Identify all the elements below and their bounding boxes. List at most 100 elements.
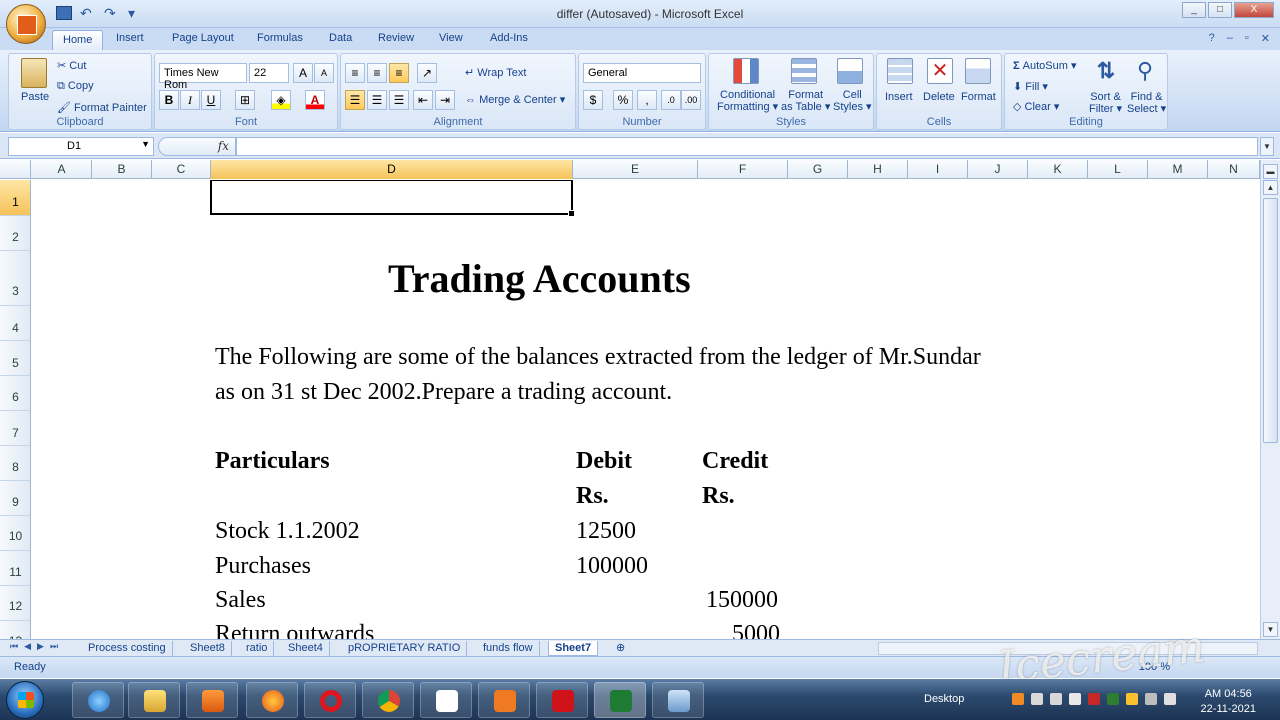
increase-decimal-button[interactable]: .0 — [661, 90, 681, 110]
orientation-button[interactable]: ↗ — [417, 63, 437, 83]
clear-button[interactable]: ◇ Clear ▾ — [1013, 100, 1059, 113]
increase-indent-button[interactable]: ⇥ — [435, 90, 455, 110]
column-header-a[interactable]: A — [32, 160, 92, 179]
column-header-c[interactable]: C — [152, 160, 211, 179]
taskbar-ie[interactable] — [72, 682, 124, 718]
vertical-scrollbar[interactable]: ▬ ▲ ▼ — [1260, 160, 1280, 640]
sheet-tab-ratio[interactable]: ratio — [240, 641, 275, 656]
shrink-font-button[interactable]: A — [314, 63, 334, 83]
fill-color-button[interactable]: ◈ — [271, 90, 291, 110]
align-top-button[interactable]: ≡ — [345, 63, 365, 83]
desktop-toolbar[interactable]: Desktop — [924, 693, 964, 705]
column-header-g[interactable]: G — [788, 160, 848, 179]
taskbar-media[interactable] — [186, 682, 238, 718]
taskbar-opera[interactable] — [304, 682, 356, 718]
name-box[interactable]: D1 ▼ — [8, 137, 154, 156]
tab-view[interactable]: View — [439, 32, 463, 44]
column-header-b[interactable]: B — [92, 160, 152, 179]
tray-device-icon[interactable] — [1069, 693, 1081, 705]
taskbar-excel[interactable] — [594, 682, 646, 718]
taskbar-firefox[interactable] — [246, 682, 298, 718]
font-size-select[interactable]: 22 — [249, 63, 289, 83]
row-header-9[interactable]: 9 — [0, 481, 30, 516]
taskbar-pdf[interactable] — [536, 682, 588, 718]
number-format-select[interactable]: General — [583, 63, 701, 83]
format-cells-button[interactable]: Format — [961, 91, 996, 103]
comma-button[interactable]: , — [637, 90, 657, 110]
ribbon-minimize-icon[interactable]: – — [1227, 32, 1233, 45]
office-button[interactable] — [6, 4, 46, 44]
minimize-button[interactable]: _ — [1182, 2, 1206, 18]
sheet-tab-sheet7[interactable]: Sheet7 — [548, 641, 599, 656]
delete-cells-button[interactable]: Delete — [923, 91, 955, 103]
close-button[interactable]: X — [1234, 2, 1274, 18]
row-header-3[interactable]: 3 — [0, 251, 30, 306]
horizontal-scrollbar[interactable] — [878, 642, 1258, 655]
row-header-8[interactable]: 8 — [0, 446, 30, 481]
tray-app-icon[interactable] — [1012, 693, 1024, 705]
insert-sheet-button[interactable]: ⊕ — [610, 641, 631, 656]
align-center-button[interactable]: ☰ — [367, 90, 387, 110]
paste-icon[interactable] — [21, 58, 47, 88]
copy-button[interactable]: ⧉ Copy — [57, 80, 94, 93]
row-header-2[interactable]: 2 — [0, 216, 30, 251]
font-color-button[interactable]: A — [305, 90, 325, 110]
percent-button[interactable]: % — [613, 90, 633, 110]
cell-styles-button[interactable]: Cell Styles ▾ — [833, 89, 872, 113]
row-header-10[interactable]: 10 — [0, 516, 30, 551]
tray-flag-icon[interactable] — [1164, 693, 1176, 705]
find-select-button[interactable]: Find & Select ▾ — [1127, 91, 1166, 115]
decrease-decimal-button[interactable]: .00 — [681, 90, 701, 110]
row-header-5[interactable]: 5 — [0, 341, 30, 376]
column-header-l[interactable]: L — [1088, 160, 1148, 179]
last-sheet-icon[interactable]: ⏭ — [50, 641, 58, 652]
format-as-table-button[interactable]: Format as Table ▾ — [781, 89, 830, 113]
decrease-indent-button[interactable]: ⇤ — [413, 90, 433, 110]
sheet-tab-sheet4[interactable]: Sheet4 — [282, 641, 330, 656]
taskbar-explorer[interactable] — [128, 682, 180, 718]
tab-formulas[interactable]: Formulas — [257, 32, 303, 44]
row-header-7[interactable]: 7 — [0, 411, 30, 446]
scroll-down-arrow-icon[interactable]: ▼ — [1263, 622, 1278, 637]
align-bottom-button[interactable]: ≡ — [389, 63, 409, 83]
worksheet-grid[interactable]: Trading Accounts The Following are some … — [32, 180, 1260, 640]
tab-insert[interactable]: Insert — [116, 32, 144, 44]
restore-button[interactable]: □ — [1208, 2, 1232, 18]
format-painter-button[interactable]: 🖌 Format Painter — [57, 101, 147, 114]
column-header-h[interactable]: H — [848, 160, 908, 179]
next-sheet-icon[interactable]: ▶ — [37, 641, 44, 652]
start-button[interactable] — [6, 681, 44, 719]
tab-add-ins[interactable]: Add-Ins — [490, 32, 528, 44]
merge-center-button[interactable]: ⇔ Merge & Center ▾ — [465, 93, 565, 106]
autosum-button[interactable]: Σ AutoSum ▾ — [1013, 59, 1077, 72]
column-header-j[interactable]: J — [968, 160, 1028, 179]
active-cell-d1[interactable] — [210, 180, 575, 217]
column-header-m[interactable]: M — [1148, 160, 1208, 179]
row-header-4[interactable]: 4 — [0, 306, 30, 341]
vertical-scroll-thumb[interactable] — [1263, 198, 1278, 443]
sheet-tab-proprietary-ratio[interactable]: pROPRIETARY RATIO — [342, 641, 468, 656]
prev-sheet-icon[interactable]: ◀ — [24, 641, 31, 652]
taskbar-recorder[interactable] — [478, 682, 530, 718]
row-header-6[interactable]: 6 — [0, 376, 30, 411]
column-header-d[interactable]: D — [211, 160, 573, 179]
borders-button[interactable]: ⊞ — [235, 90, 255, 110]
taskbar-window[interactable] — [652, 682, 704, 718]
tray-security-icon[interactable] — [1088, 693, 1100, 705]
zoom-level[interactable]: 100 % — [1139, 661, 1170, 673]
name-box-dropdown-icon[interactable]: ▼ — [141, 139, 150, 149]
row-header-1[interactable]: 1 — [0, 180, 30, 216]
taskbar-chrome[interactable] — [362, 682, 414, 718]
tray-network-icon[interactable] — [1031, 693, 1043, 705]
split-box-icon[interactable]: ▬ — [1263, 164, 1278, 179]
underline-button[interactable]: U — [201, 90, 221, 110]
sheet-tab-process-costing[interactable]: Process costing — [82, 641, 173, 656]
tray-volume-icon[interactable] — [1050, 693, 1062, 705]
tab-review[interactable]: Review — [378, 32, 414, 44]
help-icon[interactable]: ? — [1209, 32, 1215, 45]
currency-button[interactable]: $ — [583, 90, 603, 110]
tray-notification-icon[interactable] — [1126, 693, 1138, 705]
expand-formula-bar-button[interactable]: ▼ — [1260, 137, 1274, 156]
sort-filter-button[interactable]: Sort & Filter ▾ — [1089, 91, 1122, 115]
ribbon-close-icon[interactable]: ✕ — [1261, 32, 1270, 45]
